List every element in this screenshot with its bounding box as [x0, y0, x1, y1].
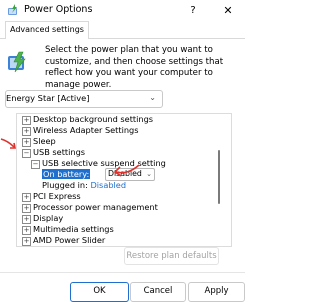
expand-icon[interactable]: +: [22, 138, 31, 147]
power-options-icon: [8, 4, 17, 15]
expand-icon[interactable]: +: [22, 127, 31, 136]
window-title: Power Options: [24, 4, 93, 15]
tab-strip: Advanced settings: [0, 21, 245, 39]
plugged-in-label: Plugged in:: [42, 180, 88, 190]
tree-item-processor-power[interactable]: + Processor power management: [22, 202, 158, 213]
expand-icon[interactable]: +: [22, 116, 31, 125]
tree-item-sleep[interactable]: + Sleep: [22, 136, 56, 147]
cancel-button[interactable]: Cancel: [130, 282, 186, 302]
collapse-icon[interactable]: −: [31, 160, 40, 169]
tree-item-wireless-adapter[interactable]: + Wireless Adapter Settings: [22, 125, 139, 136]
tree-item-multimedia[interactable]: + Multimedia settings: [22, 224, 114, 235]
collapse-icon[interactable]: −: [22, 149, 31, 158]
close-button[interactable]: ✕: [211, 0, 245, 20]
power-plan-value: Energy Star [Active]: [6, 93, 90, 103]
on-battery-label: On battery:: [42, 169, 91, 179]
tree-item-pci-express[interactable]: + PCI Express: [22, 191, 81, 202]
title-bar: Power Options ? ✕: [0, 0, 245, 20]
scrollbar-thumb[interactable]: [218, 150, 220, 204]
tree-item-desktop-background[interactable]: + Desktop background settings: [22, 114, 153, 125]
annotation-arrow-icon: [113, 164, 140, 177]
divider: [0, 272, 245, 273]
annotation-arrow-icon: [0, 138, 16, 149]
power-plan-icon: [8, 51, 26, 73]
tree-item-amd-power-slider[interactable]: + AMD Power Slider: [22, 235, 105, 246]
tab-advanced-settings[interactable]: Advanced settings: [5, 21, 89, 39]
expand-icon[interactable]: +: [22, 204, 31, 213]
help-button[interactable]: ?: [176, 0, 210, 20]
ok-button[interactable]: OK: [70, 282, 129, 302]
power-plan-dropdown[interactable]: Energy Star [Active] ⌄: [5, 90, 163, 108]
chevron-down-icon: ⌄: [149, 93, 156, 102]
tree-item-display[interactable]: + Display: [22, 213, 63, 224]
expand-icon[interactable]: +: [22, 226, 31, 235]
tree-item-usb-settings[interactable]: − USB settings: [22, 147, 85, 158]
intro-description: Select the power plan that you want to c…: [45, 45, 224, 90]
chevron-down-icon: ⌄: [146, 170, 152, 178]
apply-button[interactable]: Apply: [188, 282, 245, 302]
restore-defaults-button[interactable]: Restore plan defaults: [124, 247, 219, 265]
expand-icon[interactable]: +: [22, 193, 31, 202]
expand-icon[interactable]: +: [22, 215, 31, 224]
expand-icon[interactable]: +: [22, 237, 31, 246]
